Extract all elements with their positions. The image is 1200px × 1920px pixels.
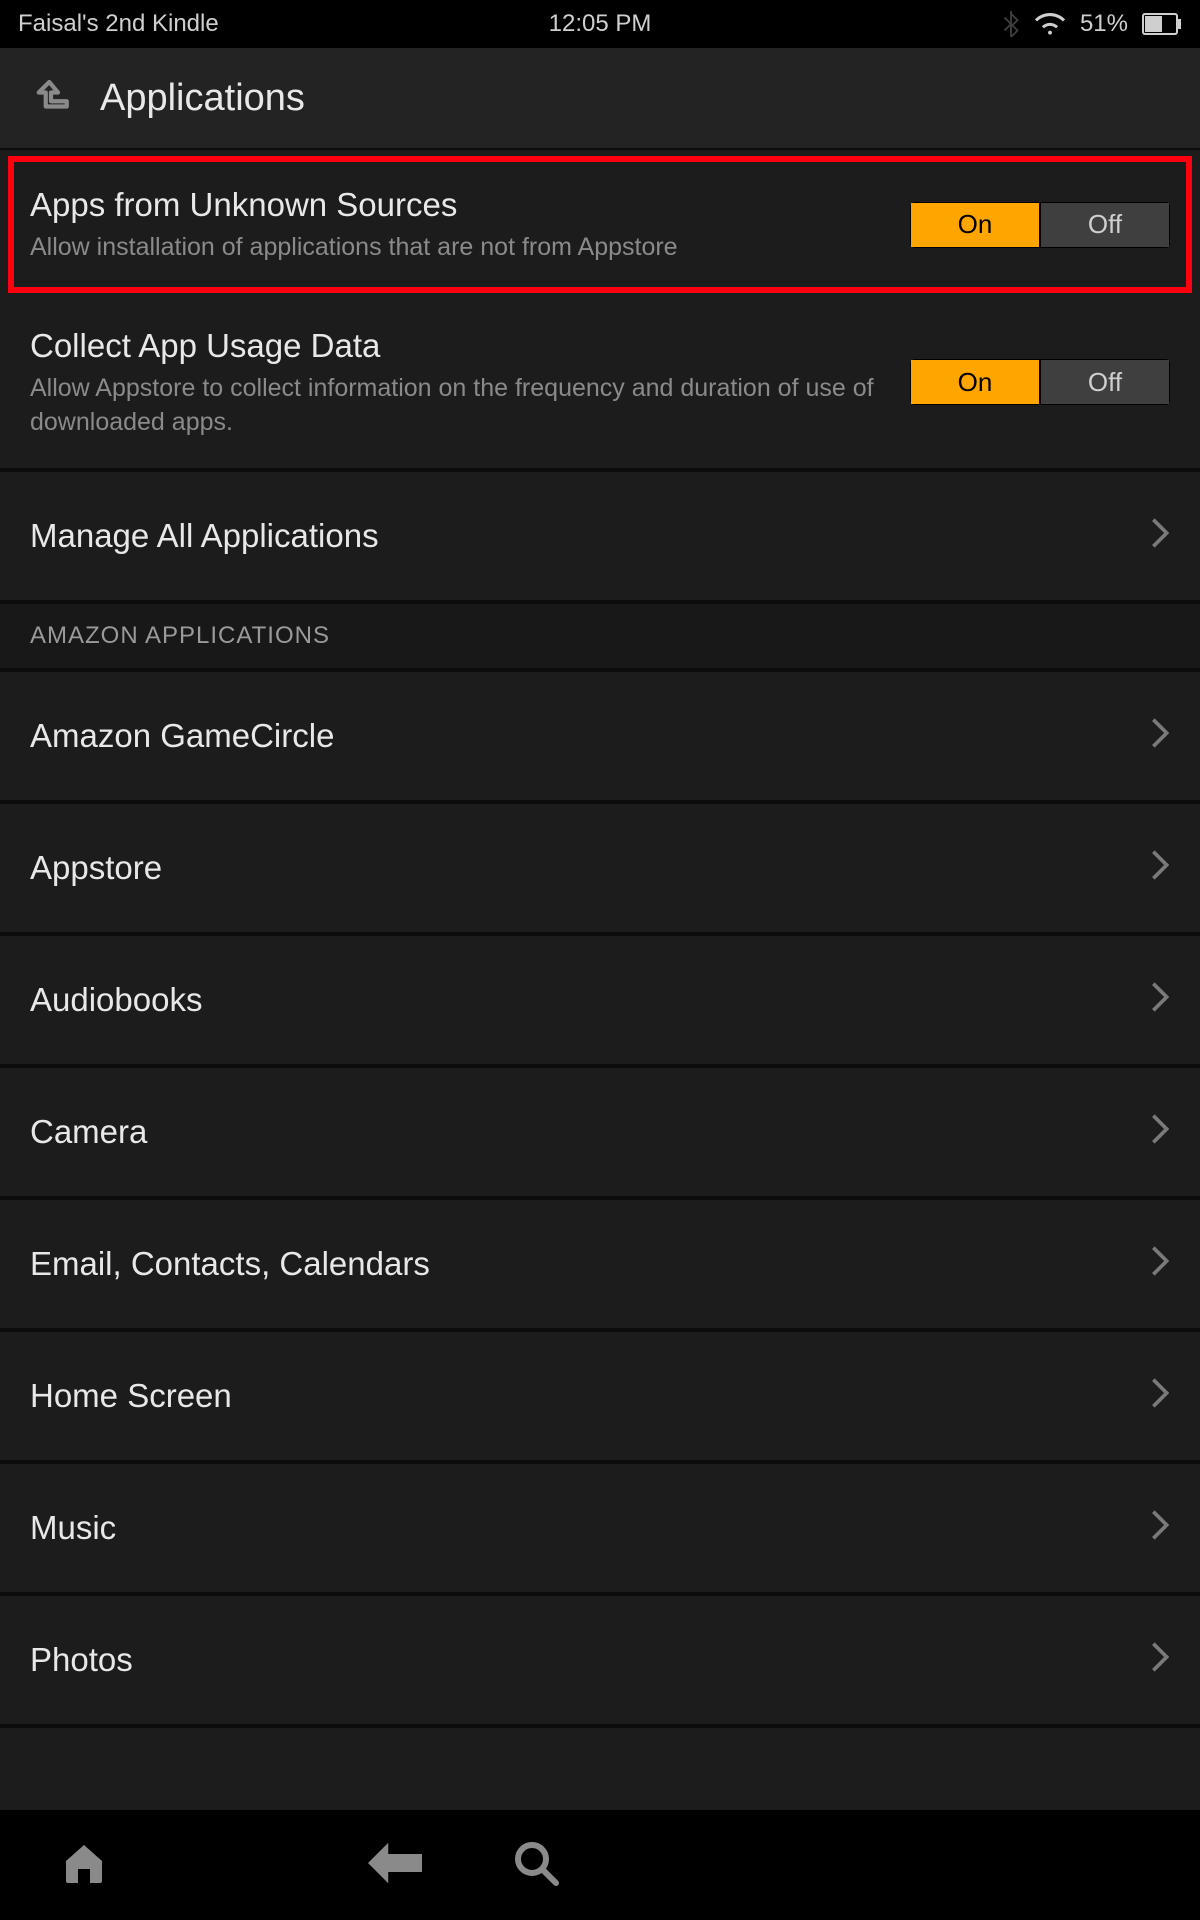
wifi-icon <box>1034 12 1066 36</box>
bluetooth-icon <box>1002 11 1020 37</box>
toggle-usage-data[interactable]: On Off <box>910 359 1170 405</box>
battery-icon <box>1142 13 1182 35</box>
nav-label: Photos <box>30 1639 133 1680</box>
chevron-right-icon <box>1150 516 1170 555</box>
nav-audiobooks[interactable]: Audiobooks <box>0 936 1200 1068</box>
toggle-on-button[interactable]: On <box>910 359 1040 405</box>
nav-manage-all-applications[interactable]: Manage All Applications <box>0 472 1200 604</box>
nav-music[interactable]: Music <box>0 1464 1200 1596</box>
chevron-right-icon <box>1150 716 1170 755</box>
home-icon[interactable] <box>60 1839 108 1892</box>
setting-title: Apps from Unknown Sources <box>30 184 890 225</box>
device-name: Faisal's 2nd Kindle <box>18 10 219 38</box>
setting-usage-data: Collect App Usage Data Allow Appstore to… <box>0 297 1200 472</box>
chevron-right-icon <box>1150 1112 1170 1151</box>
chevron-right-icon <box>1150 1508 1170 1547</box>
nav-photos[interactable]: Photos <box>0 1596 1200 1728</box>
chevron-right-icon <box>1150 848 1170 887</box>
settings-content: Apps from Unknown Sources Allow installa… <box>0 150 1200 1812</box>
system-nav-bar <box>0 1810 1200 1920</box>
section-header-amazon-applications: AMAZON APPLICATIONS <box>0 604 1200 672</box>
toggle-off-button[interactable]: Off <box>1040 359 1170 405</box>
toggle-off-button[interactable]: Off <box>1040 202 1170 248</box>
nav-amazon-gamecircle[interactable]: Amazon GameCircle <box>0 672 1200 804</box>
battery-percent: 51% <box>1080 10 1128 38</box>
nav-label: Amazon GameCircle <box>30 715 334 756</box>
page-title: Applications <box>100 77 305 120</box>
chevron-right-icon <box>1150 1640 1170 1679</box>
nav-label: Audiobooks <box>30 979 202 1020</box>
back-up-icon[interactable] <box>30 75 72 122</box>
nav-camera[interactable]: Camera <box>0 1068 1200 1200</box>
setting-unknown-sources: Apps from Unknown Sources Allow installa… <box>8 156 1192 293</box>
nav-label: Music <box>30 1507 116 1548</box>
nav-label: Email, Contacts, Calendars <box>30 1243 430 1284</box>
app-header: Applications <box>0 48 1200 150</box>
setting-title: Collect App Usage Data <box>30 325 890 366</box>
nav-label: Camera <box>30 1111 147 1152</box>
status-bar: Faisal's 2nd Kindle 12:05 PM 51% <box>0 0 1200 48</box>
chevron-right-icon <box>1150 980 1170 1019</box>
setting-subtitle: Allow installation of applications that … <box>30 231 890 265</box>
nav-label: Appstore <box>30 847 162 888</box>
back-arrow-icon[interactable] <box>368 1841 422 1890</box>
toggle-unknown-sources[interactable]: On Off <box>910 202 1170 248</box>
nav-email-contacts-calendars[interactable]: Email, Contacts, Calendars <box>0 1200 1200 1332</box>
chevron-right-icon <box>1150 1244 1170 1283</box>
chevron-right-icon <box>1150 1376 1170 1415</box>
toggle-on-button[interactable]: On <box>910 202 1040 248</box>
setting-subtitle: Allow Appstore to collect information on… <box>30 372 890 440</box>
nav-label: Manage All Applications <box>30 515 379 556</box>
nav-label: Home Screen <box>30 1375 232 1416</box>
search-icon[interactable] <box>512 1839 560 1892</box>
nav-appstore[interactable]: Appstore <box>0 804 1200 936</box>
nav-home-screen[interactable]: Home Screen <box>0 1332 1200 1464</box>
